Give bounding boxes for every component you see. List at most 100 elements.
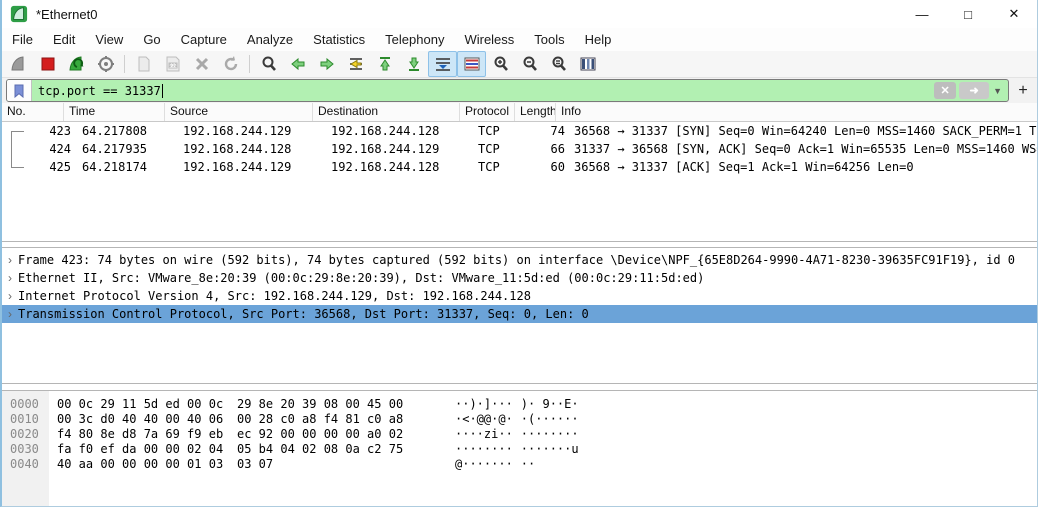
toolbar-separator <box>249 55 250 73</box>
hex-bytes: 05 b4 04 02 08 0a c2 75 <box>237 442 409 457</box>
filter-bar: tcp.port == 31337 ✕ ➜ ▼ + <box>2 78 1037 104</box>
zoom-reset-icon[interactable] <box>544 51 573 77</box>
hex-line[interactable]: 0010 00 3c d0 40 40 00 40 06 00 28 c0 a8… <box>2 412 1037 427</box>
hex-bytes: f4 80 8e d8 7a 69 f9 eb <box>57 427 229 442</box>
expand-chevron-icon[interactable]: › <box>2 305 18 323</box>
menu-statistics[interactable]: Statistics <box>303 28 375 51</box>
cell-protocol: TCP <box>473 140 528 158</box>
stop-capture-icon[interactable] <box>33 51 62 77</box>
minimize-button[interactable]: — <box>899 0 945 28</box>
toolbar-separator <box>124 55 125 73</box>
detail-row-tcp-selected[interactable]: ›Transmission Control Protocol, Src Port… <box>2 305 1037 323</box>
go-back-icon[interactable] <box>283 51 312 77</box>
find-packet-icon[interactable] <box>254 51 283 77</box>
ascii-bytes: ·(······ <box>521 412 579 427</box>
cell-time: 64.217808 <box>77 122 178 140</box>
open-file-icon[interactable] <box>129 51 158 77</box>
filter-apply-icon[interactable]: ➜ <box>959 82 989 99</box>
window-title: *Ethernet0 <box>36 7 899 22</box>
go-first-icon[interactable] <box>370 51 399 77</box>
close-button[interactable]: ✕ <box>991 0 1037 28</box>
col-no[interactable]: No. <box>2 103 64 121</box>
go-forward-icon[interactable] <box>312 51 341 77</box>
hex-bytes: 00 28 c0 a8 f4 81 c0 a8 <box>237 412 409 427</box>
hex-offset: 0000 <box>2 397 43 412</box>
cell-protocol: TCP <box>473 158 528 176</box>
resize-columns-icon[interactable] <box>573 51 602 77</box>
ascii-bytes: ········ <box>455 442 513 457</box>
auto-scroll-icon[interactable] <box>428 51 457 77</box>
menu-help[interactable]: Help <box>575 28 622 51</box>
zoom-in-icon[interactable] <box>486 51 515 77</box>
go-to-packet-icon[interactable] <box>341 51 370 77</box>
detail-text: Ethernet II, Src: VMware_8e:20:39 (00:0c… <box>18 271 704 285</box>
col-info[interactable]: Info <box>556 103 1037 121</box>
menu-view[interactable]: View <box>85 28 133 51</box>
col-protocol[interactable]: Protocol <box>460 103 515 121</box>
menu-analyze[interactable]: Analyze <box>237 28 303 51</box>
menu-file[interactable]: File <box>2 28 43 51</box>
col-length[interactable]: Length <box>515 103 556 121</box>
hex-bytes: 03 07 <box>237 457 409 472</box>
hex-line[interactable]: 0040 40 aa 00 00 00 00 01 03 03 07 @····… <box>2 457 1037 472</box>
detail-row-ethernet[interactable]: ›Ethernet II, Src: VMware_8e:20:39 (00:0… <box>2 269 1037 287</box>
menu-bar: File Edit View Go Capture Analyze Statis… <box>2 28 1037 51</box>
packet-row-424[interactable]: 424 64.217935 192.168.244.128 192.168.24… <box>2 140 1037 158</box>
hex-offset: 0010 <box>2 412 43 427</box>
hex-bytes: 00 3c d0 40 40 00 40 06 <box>57 412 229 427</box>
save-file-icon[interactable]: 010 <box>158 51 187 77</box>
packet-row-425[interactable]: 425 64.218174 192.168.244.129 192.168.24… <box>2 158 1037 176</box>
ascii-bytes: ·<·@@·@· <box>455 412 513 427</box>
filter-add-button[interactable]: + <box>1013 82 1033 100</box>
expand-chevron-icon[interactable]: › <box>2 287 18 305</box>
detail-row-frame[interactable]: ›Frame 423: 74 bytes on wire (592 bits),… <box>2 251 1037 269</box>
hex-bytes: ec 92 00 00 00 00 a0 02 <box>237 427 409 442</box>
display-filter-input[interactable]: tcp.port == 31337 <box>38 84 934 98</box>
expand-chevron-icon[interactable]: › <box>2 269 18 287</box>
go-last-icon[interactable] <box>399 51 428 77</box>
cell-length: 60 <box>528 158 569 176</box>
filter-dropdown-icon[interactable]: ▼ <box>993 86 1002 96</box>
maximize-button[interactable]: □ <box>945 0 991 28</box>
hex-line[interactable]: 0000 00 0c 29 11 5d ed 00 0c 29 8e 20 39… <box>2 397 1037 412</box>
cell-info: 31337 → 36568 [SYN, ACK] Seq=0 Ack=1 Win… <box>569 140 1037 158</box>
cell-no: 424 <box>15 140 77 158</box>
main-toolbar: 010 <box>2 51 1037 78</box>
svg-text:010: 010 <box>168 63 176 69</box>
col-source[interactable]: Source <box>165 103 313 121</box>
cell-protocol: TCP <box>473 122 528 140</box>
start-capture-icon[interactable] <box>4 51 33 77</box>
cell-length: 74 <box>528 122 569 140</box>
hex-bytes: 00 0c 29 11 5d ed 00 0c <box>57 397 229 412</box>
menu-telephony[interactable]: Telephony <box>375 28 454 51</box>
hex-line[interactable]: 0020 f4 80 8e d8 7a 69 f9 eb ec 92 00 00… <box>2 427 1037 442</box>
expand-chevron-icon[interactable]: › <box>2 251 18 269</box>
detail-text: Internet Protocol Version 4, Src: 192.16… <box>18 289 531 303</box>
zoom-out-icon[interactable] <box>515 51 544 77</box>
colorize-icon[interactable] <box>457 51 486 77</box>
menu-go[interactable]: Go <box>133 28 170 51</box>
packet-details-pane: ›Frame 423: 74 bytes on wire (592 bits),… <box>2 247 1037 384</box>
cell-time: 64.218174 <box>77 158 178 176</box>
menu-wireless[interactable]: Wireless <box>454 28 524 51</box>
ascii-bytes: ·· <box>521 457 535 472</box>
menu-tools[interactable]: Tools <box>524 28 574 51</box>
cell-source: 192.168.244.129 <box>178 158 326 176</box>
col-time[interactable]: Time <box>64 103 165 121</box>
reload-icon[interactable] <box>216 51 245 77</box>
hex-line[interactable]: 0030 fa f0 ef da 00 00 02 04 05 b4 04 02… <box>2 442 1037 457</box>
display-filter-field[interactable]: tcp.port == 31337 ✕ ➜ ▼ <box>6 79 1009 102</box>
cell-destination: 192.168.244.128 <box>326 122 473 140</box>
cell-no: 425 <box>15 158 77 176</box>
close-file-icon[interactable] <box>187 51 216 77</box>
col-destination[interactable]: Destination <box>313 103 460 121</box>
capture-options-icon[interactable] <box>91 51 120 77</box>
restart-capture-icon[interactable] <box>62 51 91 77</box>
menu-edit[interactable]: Edit <box>43 28 85 51</box>
ascii-bytes: ··)·]··· <box>455 397 513 412</box>
filter-bookmark-icon[interactable] <box>7 80 32 101</box>
filter-clear-icon[interactable]: ✕ <box>934 82 956 99</box>
menu-capture[interactable]: Capture <box>171 28 237 51</box>
detail-row-ip[interactable]: ›Internet Protocol Version 4, Src: 192.1… <box>2 287 1037 305</box>
packet-row-423[interactable]: 423 64.217808 192.168.244.129 192.168.24… <box>2 122 1037 140</box>
